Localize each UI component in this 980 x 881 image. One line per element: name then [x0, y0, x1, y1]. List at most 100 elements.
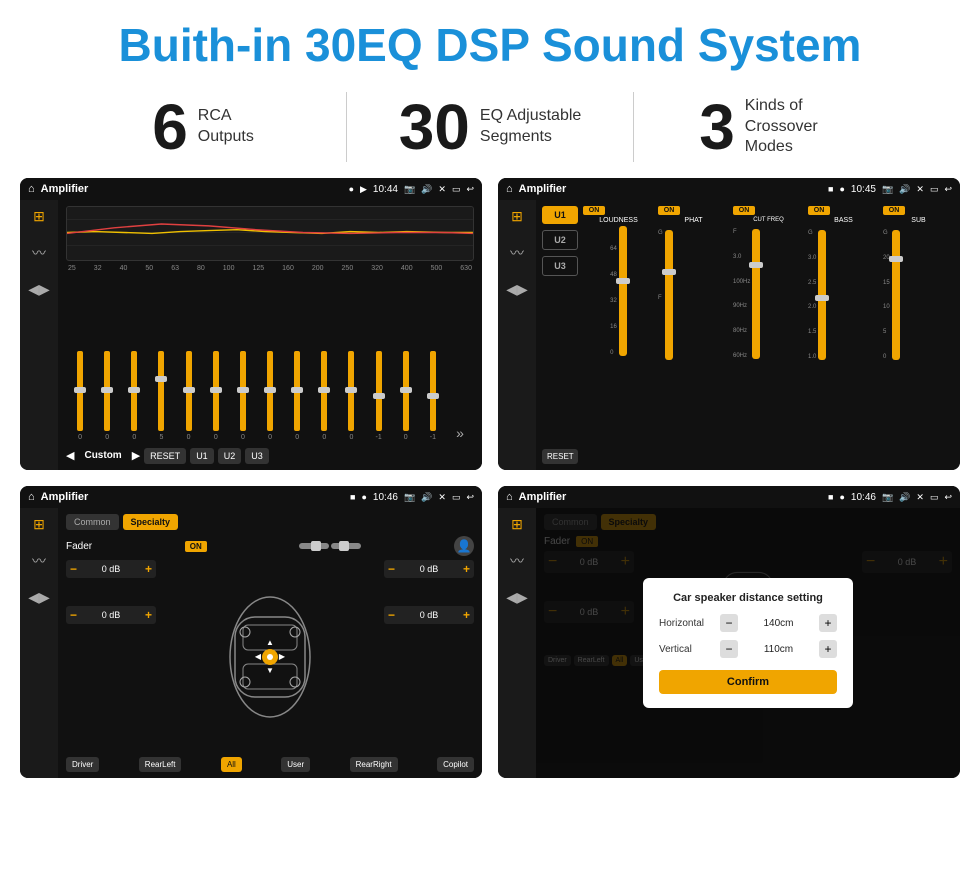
channel-bass: ON BASS G3.02.52.01.51.0	[808, 206, 879, 464]
confirm-button[interactable]: Confirm	[659, 670, 837, 694]
distance-title: Amplifier	[519, 491, 822, 503]
svg-text:▶: ▶	[279, 652, 286, 661]
eq-slider-10[interactable]: 0	[339, 351, 363, 441]
eq-main-content: 25 32 40 50 63 80 100 125 160 200 250 32…	[58, 200, 482, 470]
eq-sidebar-icon-1[interactable]: ⊞	[33, 208, 45, 225]
play-icon: ▶	[360, 184, 367, 195]
plus-btn-3[interactable]: +	[463, 562, 470, 576]
eq-val-6: 0	[241, 434, 245, 441]
eq-val-0: 0	[78, 434, 82, 441]
eq-freq-labels: 25 32 40 50 63 80 100 125 160 200 250 32…	[66, 265, 474, 272]
eq-slider-4[interactable]: 0	[177, 351, 201, 441]
u1-crossover-btn[interactable]: U1	[542, 206, 578, 224]
eq-val-13: -1	[430, 434, 436, 441]
plus-btn-4[interactable]: +	[463, 608, 470, 622]
eq-graph	[66, 206, 474, 261]
u3-crossover-btn[interactable]: U3	[542, 256, 578, 276]
stat-text-crossover: Kinds ofCrossover Modes	[745, 96, 855, 158]
distance-sidebar-icon-1[interactable]: ⊞	[511, 516, 523, 533]
screen-distance: ⌂ Amplifier ■ ● 10:46 📷 🔊 ✕ ▭ ↩ ⊞ 〰 ◀▶ C…	[498, 486, 960, 778]
u2-crossover-btn[interactable]: U2	[542, 230, 578, 250]
crossover-sidebar-icon-1[interactable]: ⊞	[511, 208, 523, 225]
u3-button[interactable]: U3	[245, 448, 269, 464]
eq-slider-2[interactable]: 0	[122, 351, 146, 441]
fader-main: Common Specialty Fader ON �	[58, 508, 482, 778]
horizontal-minus-btn[interactable]: −	[720, 614, 738, 632]
eq-slider-6[interactable]: 0	[231, 351, 255, 441]
driver-btn[interactable]: Driver	[66, 757, 99, 772]
eq-slider-8[interactable]: 0	[285, 351, 309, 441]
distance-sidebar-icon-3[interactable]: ◀▶	[506, 589, 528, 606]
plus-btn-1[interactable]: +	[145, 562, 152, 576]
user-btn[interactable]: User	[281, 757, 310, 772]
fader-sidebar-icon-3[interactable]: ◀▶	[28, 589, 50, 606]
eq-slider-7[interactable]: 0	[258, 351, 282, 441]
eq-slider-3[interactable]: 5	[149, 351, 173, 441]
eq-expand[interactable]: »	[448, 425, 472, 441]
fader-val-3: 0 dB	[398, 564, 460, 574]
u1-button[interactable]: U1	[190, 448, 214, 464]
cam-icon-4: 📷	[882, 492, 893, 503]
eq-val-2: 0	[132, 434, 136, 441]
eq-val-3: 5	[160, 434, 164, 441]
eq-slider-13[interactable]: -1	[421, 351, 445, 441]
freq-40: 40	[120, 265, 128, 272]
dot-icon: ●	[349, 184, 354, 194]
crossover-time: 10:45	[851, 184, 876, 195]
rec-dot: ■	[828, 184, 833, 194]
minus-btn-4[interactable]: −	[388, 608, 395, 622]
eq-sidebar-icon-2[interactable]: 〰	[32, 243, 46, 263]
fader-sidebar-icon-2[interactable]: 〰	[32, 551, 46, 571]
eq-preset-label: Custom	[78, 447, 127, 464]
freq-25: 25	[68, 265, 76, 272]
crossover-sidebar-icon-3[interactable]: ◀▶	[506, 281, 528, 298]
distance-time: 10:46	[851, 492, 876, 503]
dot-icon-2: ●	[839, 184, 844, 194]
distance-sidebar-icon-2[interactable]: 〰	[510, 551, 524, 571]
eq-slider-11[interactable]: -1	[367, 351, 391, 441]
distance-dialog-overlay: Car speaker distance setting Horizontal …	[536, 508, 960, 778]
home-icon-3: ⌂	[28, 491, 35, 503]
next-arrow[interactable]: ▶	[132, 449, 140, 462]
rearleft-btn[interactable]: RearLeft	[139, 757, 182, 772]
crossover-sidebar-icon-2[interactable]: 〰	[510, 243, 524, 263]
reset-crossover-btn[interactable]: RESET	[542, 449, 578, 464]
vertical-plus-btn[interactable]: +	[819, 640, 837, 658]
fader-right-controls: − 0 dB + − 0 dB +	[384, 560, 474, 753]
tab-common[interactable]: Common	[66, 514, 119, 530]
ch-slider-loudness[interactable]: 644832160	[583, 226, 654, 464]
plus-btn-2[interactable]: +	[145, 608, 152, 622]
rearright-btn[interactable]: RearRight	[350, 757, 398, 772]
eq-slider-5[interactable]: 0	[204, 351, 228, 441]
crossover-sidebar: ⊞ 〰 ◀▶	[498, 200, 536, 470]
vol-icon-2: 🔊	[899, 184, 910, 195]
tab-specialty[interactable]: Specialty	[123, 514, 179, 530]
channel-loudness: ON LOUDNESS 644832160	[583, 206, 654, 464]
freq-320: 320	[371, 265, 383, 272]
cam-icon-2: 📷	[882, 184, 893, 195]
reset-button[interactable]: RESET	[144, 448, 186, 464]
u2-button[interactable]: U2	[218, 448, 242, 464]
freq-400: 400	[401, 265, 413, 272]
stat-number-eq: 30	[399, 95, 470, 159]
all-btn[interactable]: All	[221, 757, 242, 772]
eq-slider-1[interactable]: 0	[95, 351, 119, 441]
stat-text-rca: RCAOutputs	[198, 106, 254, 148]
minus-btn-3[interactable]: −	[388, 562, 395, 576]
vertical-minus-btn[interactable]: −	[720, 640, 738, 658]
copilot-btn[interactable]: Copilot	[437, 757, 474, 772]
svg-text:▼: ▼	[266, 666, 274, 675]
back-icon-2: ↩	[944, 184, 952, 195]
minus-btn-2[interactable]: −	[70, 608, 77, 622]
stat-rca: 6 RCAOutputs	[60, 95, 346, 159]
horizontal-plus-btn[interactable]: +	[819, 614, 837, 632]
eq-sidebar-icon-3[interactable]: ◀▶	[28, 281, 50, 298]
rec-dot-3: ■	[350, 492, 355, 502]
fader-sidebar-icon-1[interactable]: ⊞	[33, 516, 45, 533]
prev-arrow[interactable]: ◀	[66, 449, 74, 462]
eq-slider-12[interactable]: 0	[394, 351, 418, 441]
eq-slider-0[interactable]: 0	[68, 351, 92, 441]
minus-btn-1[interactable]: −	[70, 562, 77, 576]
screen-crossover: ⌂ Amplifier ■ ● 10:45 📷 🔊 ✕ ▭ ↩ ⊞ 〰 ◀▶ U…	[498, 178, 960, 470]
eq-slider-9[interactable]: 0	[312, 351, 336, 441]
